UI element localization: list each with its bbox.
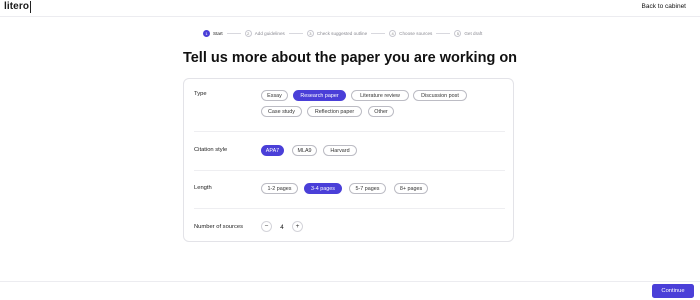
step-connector [436,33,451,34]
sources-count-value: 4 [280,224,284,231]
row-divider [194,170,505,171]
row-divider [194,131,505,132]
step-label: Choose sources [399,31,433,36]
type-label: Type [194,91,207,97]
citation-option-mla9[interactable]: MLA9 [292,145,317,156]
step-label: Check suggested outline [316,31,368,36]
step-get-draft[interactable]: 5 Get draft [454,30,482,37]
type-option-essay[interactable]: Essay [261,90,288,101]
page-title: Tell us more about the paper you are wor… [182,50,518,66]
logo[interactable]: litero [4,1,29,12]
type-option-discussion-post[interactable]: Discussion post [413,90,467,101]
citation-option-apa7[interactable]: APA7 [261,145,284,156]
type-option-case-study[interactable]: Case study [261,106,302,117]
step-check-outline[interactable]: 3 Check suggested outline [306,30,368,37]
step-number: 2 [244,30,252,37]
decrement-sources-button[interactable]: − [261,221,272,232]
type-option-reflection-paper[interactable]: Reflection paper [307,106,362,117]
top-bar: litero Back to cabinet [0,0,700,17]
bottom-bar [0,281,700,300]
citation-style-label: Citation style [194,147,228,153]
step-add-guidelines[interactable]: 2 Add guidelines [244,30,285,37]
citation-option-harvard[interactable]: Harvard [323,145,357,156]
back-to-cabinet-link[interactable]: Back to cabinet [642,3,686,10]
logo-cursor-bar [30,1,31,13]
step-connector [226,33,241,34]
step-number: 5 [454,30,462,37]
step-connector [288,33,303,34]
continue-button[interactable]: Continue [652,284,694,298]
paper-details-card: Type Essay Research paper Literature rev… [183,78,514,242]
type-option-research-paper[interactable]: Research paper [293,90,346,101]
step-start[interactable]: 1 Start [203,30,223,37]
step-label: Start [213,31,223,36]
step-label: Get draft [464,31,483,36]
row-divider [194,208,505,209]
length-label: Length [194,185,212,191]
step-number: 1 [203,30,210,37]
length-option-8-plus-pages[interactable]: 8+ pages [394,183,428,194]
number-of-sources-label: Number of sources [194,224,243,230]
length-option-3-4-pages[interactable]: 3-4 pages [304,183,342,194]
step-number: 4 [389,30,397,37]
increment-sources-button[interactable]: + [292,221,303,232]
length-option-1-2-pages[interactable]: 1-2 pages [261,183,298,194]
type-option-other[interactable]: Other [368,106,394,117]
step-choose-sources[interactable]: 4 Choose sources [389,30,432,37]
step-label: Add guidelines [254,31,285,36]
step-number: 3 [306,30,314,37]
step-connector [371,33,386,34]
type-option-literature-review[interactable]: Literature review [351,90,409,101]
length-option-5-7-pages[interactable]: 5-7 pages [349,183,386,194]
progress-stepper: 1 Start 2 Add guidelines 3 Check suggest… [203,29,482,38]
